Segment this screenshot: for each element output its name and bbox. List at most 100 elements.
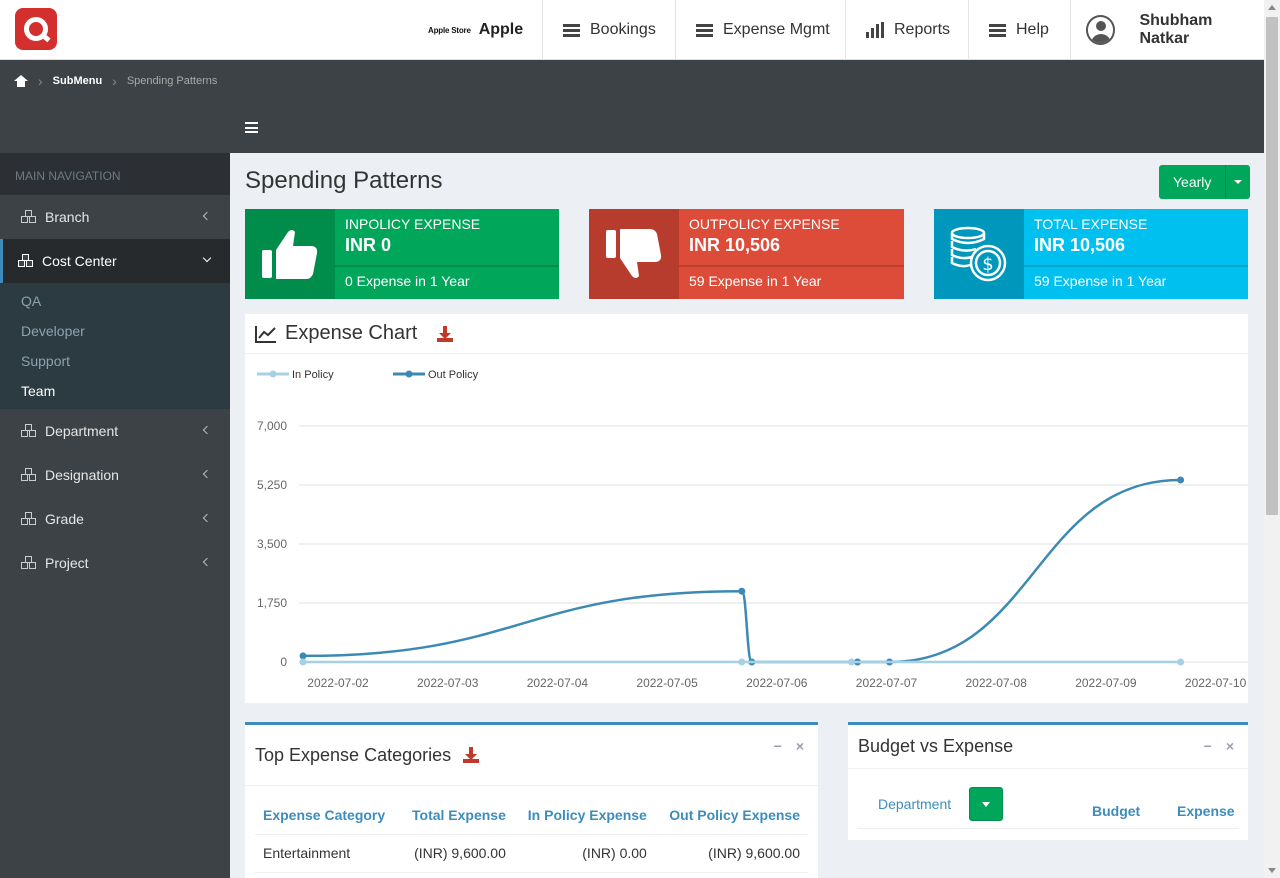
legend-marker — [269, 370, 277, 378]
nav-help[interactable]: Help — [968, 0, 1071, 60]
list-icon — [989, 23, 1006, 37]
submenu-item-support[interactable]: Support — [0, 346, 230, 376]
infobox-description: 0 Expense in 1 Year — [345, 273, 470, 289]
nav-help-label: Help — [1016, 21, 1049, 38]
chevron-left-icon — [202, 513, 212, 523]
cubes-icon — [21, 210, 38, 224]
infobox-title: INPOLICY EXPENSE — [345, 216, 481, 232]
sidebar-item-department[interactable]: Department — [0, 409, 230, 453]
scroll-down-icon[interactable] — [1268, 868, 1276, 873]
sidebar-item-designation[interactable]: Designation — [0, 453, 230, 497]
infobox-progress — [679, 265, 904, 267]
scroll-thumb[interactable] — [1266, 17, 1278, 515]
submenu-item-developer[interactable]: Developer — [0, 316, 230, 346]
series-line — [302, 478, 1181, 664]
cubes-icon — [21, 556, 38, 570]
minimize-icon[interactable]: − — [774, 738, 782, 754]
page-scrollbar[interactable] — [1264, 0, 1280, 878]
nav-expense-mgmt[interactable]: Expense Mgmt — [675, 0, 846, 60]
x-tick-label: 2022-07-07 — [856, 676, 918, 690]
department-label: Department — [878, 796, 952, 812]
minimize-icon[interactable]: − — [1204, 738, 1212, 754]
chevron-left-icon — [202, 557, 212, 567]
expense-column-header: Expense — [1177, 803, 1235, 819]
x-tick-label: 2022-07-10 — [1185, 676, 1247, 690]
period-dropdown[interactable]: Yearly — [1159, 165, 1251, 199]
infobox-amount: INR 0 — [345, 235, 392, 255]
table-header-row: Expense Category Total Expense In Policy… — [255, 796, 808, 835]
infobox-amount: INR 10,506 — [1034, 235, 1126, 255]
column-header[interactable]: Out Policy Expense — [654, 796, 808, 835]
user-menu[interactable]: Shubham Natkar — [1070, 0, 1264, 60]
budget-box-header: Budget vs Expense — [848, 725, 1248, 769]
close-icon[interactable]: × — [1226, 738, 1234, 754]
table-box-title: Top Expense Categories — [255, 744, 452, 765]
expense-line-chart: 7,000 5,250 3,500 1,750 0 2022-07-02 2022-07-0… — [257, 369, 1248, 690]
company-selector[interactable]: Apple Store Apple — [428, 0, 523, 60]
thumbs-down-icon — [589, 209, 679, 299]
y-tick-label: 7,000 — [257, 419, 287, 433]
thumbs-up-icon — [245, 209, 335, 299]
infobox-progress — [1024, 265, 1248, 267]
data-point — [299, 652, 307, 660]
nav-reports[interactable]: Reports — [845, 0, 969, 60]
sidebar-item-label: Grade — [45, 511, 84, 527]
sidebar-item-label: Department — [45, 423, 119, 439]
x-tick-label: 2022-07-09 — [1075, 676, 1137, 690]
cost-center-submenu: QA Developer Support Team — [0, 283, 230, 409]
legend-label: Out Policy — [428, 369, 479, 381]
breadcrumb-separator-icon: › — [112, 73, 117, 89]
top-expense-categories-box: Top Expense Categories − × Expense Categ… — [245, 722, 818, 878]
infobox-progress — [335, 265, 559, 267]
breadcrumb-current: Spending Patterns — [126, 75, 218, 87]
budget-column-header: Budget — [1092, 803, 1141, 819]
x-tick-label: 2022-07-08 — [966, 676, 1028, 690]
column-header[interactable]: Total Expense — [399, 796, 514, 835]
infobox-description: 59 Expense in 1 Year — [1034, 273, 1167, 289]
expense-chart-box: Expense Chart 7,000 5,250 3,500 1,750 0 2022-… — [245, 314, 1248, 703]
infobox-amount: INR 10,506 — [689, 235, 781, 255]
data-point — [738, 587, 746, 595]
chart-box-title: Expense Chart — [285, 322, 418, 344]
submenu-item-team[interactable]: Team — [0, 376, 230, 406]
nav-bookings[interactable]: Bookings — [542, 0, 676, 60]
nav-expense-mgmt-label: Expense Mgmt — [723, 21, 830, 38]
data-point — [1177, 658, 1185, 666]
column-header[interactable]: Expense Category — [255, 796, 400, 835]
sidebar-item-grade[interactable]: Grade — [0, 497, 230, 541]
sidebar-header: MAIN NAVIGATION — [0, 153, 230, 195]
department-dropdown-button[interactable] — [969, 787, 1003, 821]
app-logo[interactable] — [15, 8, 57, 50]
sidebar-item-project[interactable]: Project — [0, 541, 230, 585]
download-icon[interactable] — [437, 325, 454, 342]
home-icon[interactable] — [14, 75, 28, 87]
download-icon[interactable] — [463, 747, 480, 763]
scroll-up-icon[interactable] — [1268, 5, 1276, 10]
y-tick-label: 0 — [280, 655, 287, 669]
box-tools: − × — [1204, 738, 1234, 754]
sidebar-toggle-icon[interactable] — [245, 122, 258, 133]
budget-vs-expense-box: Budget vs Expense − × Department Budget … — [848, 722, 1248, 840]
chart-box-header: Expense Chart — [245, 314, 1248, 354]
period-button-label[interactable]: Yearly — [1159, 165, 1227, 199]
breadcrumb-submenu[interactable]: SubMenu — [53, 75, 103, 87]
infobox-title: OUTPOLICY EXPENSE — [689, 216, 840, 232]
coins-icon: $ — [934, 209, 1024, 299]
chevron-left-icon — [202, 211, 212, 221]
sidebar-item-label: Cost Center — [42, 253, 117, 269]
caret-down-icon[interactable] — [1226, 165, 1251, 199]
submenu-item-qa[interactable]: QA — [0, 286, 230, 316]
sidebar-item-cost-center[interactable]: Cost Center — [0, 239, 230, 283]
cubes-icon — [21, 512, 38, 526]
inpolicy-expense-box: INPOLICY EXPENSE INR 0 0 Expense in 1 Ye… — [245, 209, 559, 299]
sidebar-item-branch[interactable]: Branch — [0, 195, 230, 239]
company-name: Apple — [478, 21, 524, 38]
x-tick-label: 2022-07-04 — [527, 676, 589, 690]
legend-marker — [405, 370, 413, 378]
chevron-down-icon — [202, 253, 212, 263]
x-tick-label: 2022-07-05 — [636, 676, 698, 690]
list-icon — [563, 23, 580, 37]
x-tick-label: 2022-07-06 — [746, 676, 808, 690]
column-header[interactable]: In Policy Expense — [513, 796, 655, 835]
close-icon[interactable]: × — [796, 738, 804, 754]
